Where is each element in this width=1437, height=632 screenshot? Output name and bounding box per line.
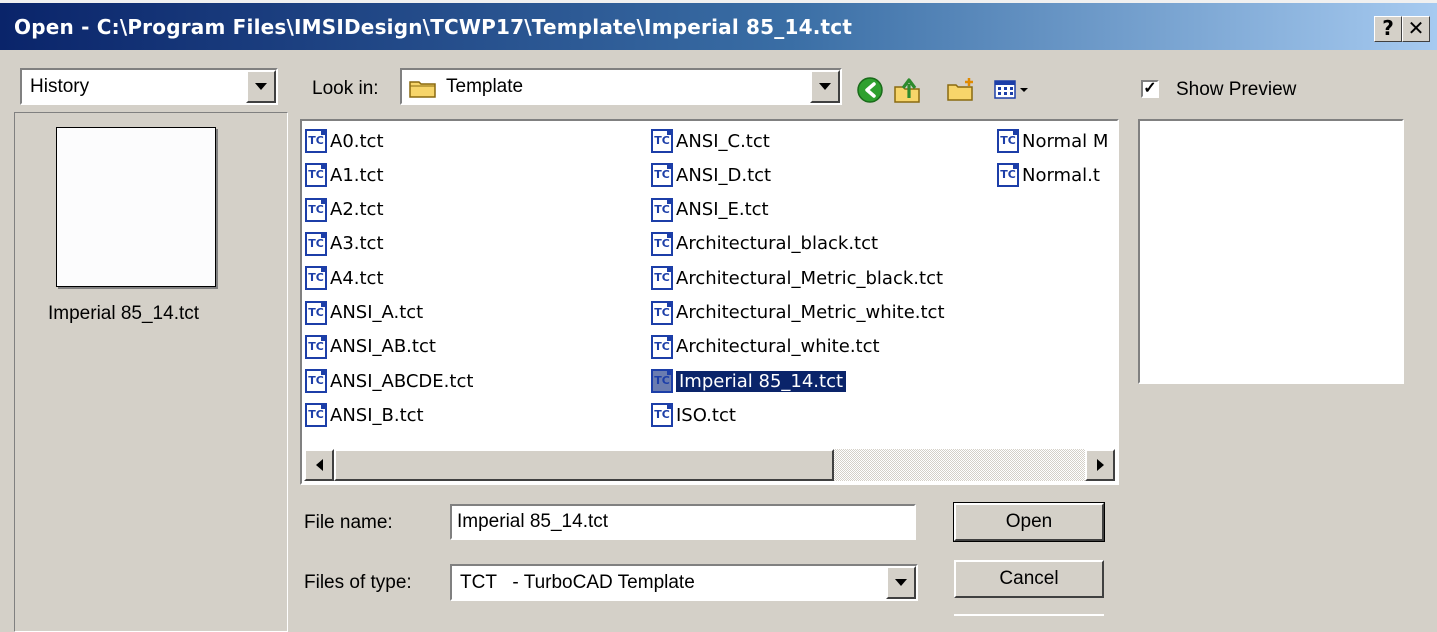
- file-name-value: Imperial 85_14.tct: [457, 511, 609, 532]
- new-folder-icon[interactable]: [946, 76, 976, 104]
- turbocad-file-icon: TC: [305, 231, 327, 256]
- file-name-text: A4.tct: [330, 267, 384, 289]
- file-name-text: Architectural_Metric_black.tct: [676, 267, 944, 289]
- turbocad-file-icon: TC: [651, 334, 673, 359]
- file-name-text: Architectural_white.tct: [676, 336, 880, 358]
- file-name-text: Architectural_black.tct: [676, 233, 879, 255]
- file-type-label: Files of type:: [304, 572, 412, 593]
- turbocad-file-icon: TC: [305, 403, 327, 428]
- title-bar: Open - C:\Program Files\IMSIDesign\TCWP1…: [0, 0, 1437, 50]
- file-item[interactable]: TC Architectural_black.tct: [651, 230, 878, 258]
- cancel-button[interactable]: Cancel: [954, 560, 1104, 598]
- file-thumbnail: [56, 127, 216, 287]
- file-name-text: Normal.t: [1022, 164, 1100, 186]
- file-item[interactable]: TC A4.tct: [305, 264, 384, 292]
- window-title: Open - C:\Program Files\IMSIDesign\TCWP1…: [14, 15, 853, 39]
- file-item[interactable]: TC ANSI_E.tct: [651, 196, 769, 224]
- look-in-value: Template: [446, 76, 524, 97]
- file-name-field[interactable]: Imperial 85_14.tct: [450, 504, 916, 540]
- close-button[interactable]: ✕: [1402, 16, 1430, 42]
- file-type-dropdown[interactable]: TCT - TurboCAD Template: [450, 564, 918, 601]
- file-item[interactable]: TC Normal.t: [997, 161, 1100, 189]
- file-item[interactable]: TC Architectural_Metric_white.tct: [651, 299, 945, 327]
- horizontal-scrollbar[interactable]: [304, 449, 1115, 481]
- look-in-label: Look in:: [312, 78, 379, 99]
- file-name-text: ANSI_B.tct: [330, 404, 424, 426]
- file-item[interactable]: TC ANSI_ABCDE.tct: [305, 367, 473, 395]
- folder-icon: [409, 78, 437, 98]
- turbocad-file-icon: TC: [305, 129, 327, 153]
- file-item[interactable]: TC A1.tct: [305, 161, 384, 189]
- preview-pane: [1138, 119, 1404, 384]
- file-item[interactable]: TC Imperial 85_14.tct: [651, 367, 847, 395]
- turbocad-file-icon: TC: [651, 231, 673, 256]
- turbocad-file-icon: TC: [305, 334, 327, 359]
- file-name-text: ANSI_C.tct: [676, 130, 770, 152]
- turbocad-file-icon: TC: [305, 369, 327, 394]
- file-name-text: A2.tct: [330, 199, 384, 221]
- file-item[interactable]: TC ANSI_D.tct: [651, 161, 771, 189]
- chevron-down-icon[interactable]: [246, 70, 276, 103]
- up-folder-icon[interactable]: [893, 76, 923, 104]
- file-name-text: Architectural_Metric_white.tct: [676, 302, 945, 323]
- file-item[interactable]: TC Architectural_Metric_black.tct: [651, 264, 943, 292]
- file-name-text: A0.tct: [330, 130, 384, 152]
- turbocad-file-icon: TC: [305, 266, 327, 291]
- file-name-text: A3.tct: [330, 233, 384, 255]
- chevron-right-icon: [1096, 459, 1104, 471]
- file-name-text: Imperial 85_14.tct: [676, 370, 847, 392]
- partial-button: [954, 614, 1104, 626]
- file-item[interactable]: TC A0.tct: [305, 127, 384, 155]
- turbocad-file-icon: TC: [305, 163, 327, 188]
- chevron-down-icon[interactable]: [810, 70, 840, 103]
- turbocad-file-icon: TC: [651, 197, 673, 222]
- places-dropdown[interactable]: History: [20, 68, 278, 105]
- turbocad-file-icon: TC: [651, 403, 673, 428]
- file-item[interactable]: TC Normal M: [997, 127, 1108, 155]
- file-name-text: ANSI_D.tct: [676, 164, 772, 186]
- scrollbar-thumb[interactable]: [334, 449, 834, 481]
- file-name-text: ANSI_E.tct: [676, 199, 769, 221]
- scroll-right-button[interactable]: [1085, 449, 1115, 481]
- show-preview-label: Show Preview: [1176, 79, 1297, 100]
- turbocad-file-icon: TC: [651, 300, 673, 325]
- file-name-label: File name:: [304, 512, 393, 533]
- look-in-dropdown[interactable]: Template: [400, 68, 842, 105]
- turbocad-file-icon: TC: [305, 300, 327, 325]
- file-item[interactable]: TC ISO.tct: [651, 401, 736, 429]
- file-item[interactable]: TC A3.tct: [305, 230, 384, 258]
- back-icon[interactable]: [856, 76, 886, 104]
- file-item[interactable]: TC ANSI_C.tct: [651, 127, 770, 155]
- show-preview-checkbox[interactable]: ✓: [1141, 80, 1159, 98]
- turbocad-file-icon: TC: [305, 197, 327, 222]
- file-item[interactable]: TC ANSI_B.tct: [305, 401, 424, 429]
- file-type-value: TCT - TurboCAD Template: [460, 572, 695, 593]
- turbocad-file-icon: TC: [651, 369, 673, 394]
- turbocad-file-icon: TC: [651, 163, 673, 188]
- turbocad-file-icon: TC: [997, 129, 1019, 153]
- file-item[interactable]: TC ANSI_A.tct: [305, 299, 423, 327]
- file-name-text: ANSI_ABCDE.tct: [330, 370, 474, 392]
- chevron-down-icon[interactable]: [886, 566, 916, 599]
- file-item[interactable]: TC ANSI_AB.tct: [305, 333, 436, 361]
- thumbnail-label: Imperial 85_14.tct: [48, 303, 200, 324]
- file-name-text: Normal M: [1022, 130, 1109, 152]
- file-name-text: ANSI_A.tct: [330, 302, 424, 323]
- help-button[interactable]: ?: [1374, 16, 1402, 42]
- places-dropdown-value: History: [30, 76, 90, 97]
- file-name-text: A1.tct: [330, 164, 384, 186]
- turbocad-file-icon: TC: [997, 163, 1019, 188]
- scroll-left-button[interactable]: [304, 449, 334, 481]
- file-name-text: ANSI_AB.tct: [330, 336, 436, 358]
- turbocad-file-icon: TC: [651, 129, 673, 153]
- file-name-text: ISO.tct: [676, 404, 736, 426]
- chevron-left-icon: [315, 459, 323, 471]
- turbocad-file-icon: TC: [651, 266, 673, 291]
- open-button[interactable]: Open: [953, 502, 1105, 542]
- file-item[interactable]: TC A2.tct: [305, 196, 384, 224]
- file-item[interactable]: TC Architectural_white.tct: [651, 333, 880, 361]
- view-menu-icon[interactable]: [993, 76, 1033, 104]
